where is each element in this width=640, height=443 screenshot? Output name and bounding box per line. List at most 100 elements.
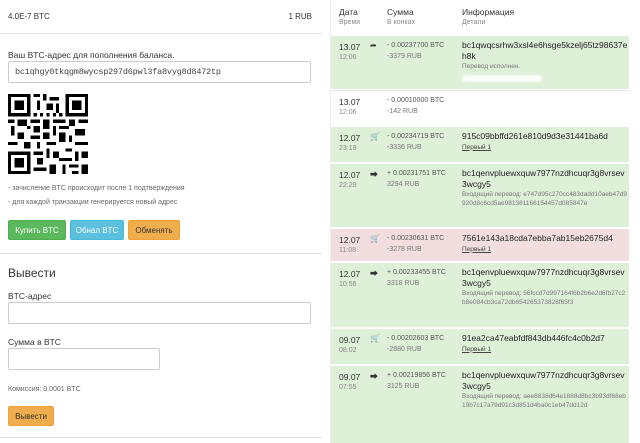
row-amount-rub: 3125 RUB bbox=[387, 383, 420, 390]
row-info: 7561e143a18cda7ebba7ab15eb2675d4 Первый 1 bbox=[462, 233, 628, 254]
withdraw-amount-input[interactable] bbox=[8, 348, 160, 370]
row-amount-btc: + 0.00233455 BTC bbox=[387, 269, 446, 276]
cart-icon: 🛒 bbox=[370, 234, 380, 243]
row-amount-btc: + 0.00219856 BTC bbox=[387, 372, 446, 379]
arrow-out-icon: ➦ bbox=[370, 41, 377, 50]
row-time: 12:06 bbox=[339, 109, 357, 116]
row-info: 91ea2ca47eabfdf843db446fc4c0b2d7 Первый 1 bbox=[462, 333, 628, 354]
row-amount-btc: - 0.00234719 BTC bbox=[387, 133, 445, 140]
row-amount-btc: - 0.00237700 BTC bbox=[387, 42, 445, 49]
exchange-button[interactable]: Обменять bbox=[128, 220, 180, 240]
row-info: bc1qwqcsrhw3xsl4e6hsge5kzelj65tz98637eh8… bbox=[462, 40, 628, 82]
arrow-in-icon: ⮕ bbox=[370, 269, 378, 278]
row-amount-rub: -3336 RUB bbox=[387, 144, 422, 151]
divider bbox=[0, 33, 322, 34]
column-info: Информация Детали bbox=[462, 7, 514, 26]
arrow-in-icon: ⮕ bbox=[370, 170, 378, 179]
row-amount-btc: + 0.00231751 BTC bbox=[387, 170, 446, 177]
row-date: 09.07 bbox=[339, 335, 361, 345]
row-date: 09.07 bbox=[339, 372, 361, 382]
row-info: bc1qenvpluewxquw7977nzdhcuqr3g8vrsev3wcg… bbox=[462, 267, 628, 307]
row-time: 10:56 bbox=[339, 281, 357, 288]
table-row[interactable]: 13.07 12:06 - 0.00010000 BTC -142 RUB bbox=[331, 90, 629, 125]
table-row[interactable]: 12.07 10:56 ⮕ + 0.00233455 BTC 3318 RUB bc1qe… bbox=[331, 262, 629, 327]
table-row[interactable]: 13.07 12:06 ➦ - 0.00237700 BTC -3379 RUB bc1q… bbox=[331, 35, 629, 89]
cashout-btc-button[interactable]: Обнал BTC bbox=[70, 220, 124, 240]
withdraw-address-input[interactable] bbox=[8, 302, 311, 324]
row-detail[interactable]: Первый 1 bbox=[462, 144, 628, 153]
row-amount-rub: -3379 RUB bbox=[387, 53, 422, 60]
row-amount-btc: - 0.00230631 BTC bbox=[387, 235, 445, 242]
row-amount-rub: 3318 RUB bbox=[387, 280, 420, 287]
row-date: 13.07 bbox=[339, 42, 361, 52]
balance-rub: 1 RUB bbox=[288, 12, 312, 21]
balance-btc: 4.0E-7 BTC bbox=[8, 12, 50, 21]
table-row[interactable]: 12.07 22:29 ⮕ + 0.00231751 BTC 3294 RUB bc1qe… bbox=[331, 163, 629, 227]
row-amount-rub: -142 RUB bbox=[387, 108, 418, 115]
row-date: 12.07 bbox=[339, 133, 361, 143]
qr-code bbox=[8, 94, 88, 174]
column-amount-label: Сумма bbox=[387, 7, 414, 17]
row-time: 11:08 bbox=[339, 247, 356, 254]
row-info-text: 7561e143a18cda7ebba7ab15eb2675d4 bbox=[462, 233, 613, 243]
row-time: 07:55 bbox=[339, 384, 357, 391]
column-time-label: Время bbox=[339, 19, 361, 26]
buy-btc-button[interactable]: Купить BTC bbox=[8, 220, 66, 240]
column-info-label: Информация bbox=[462, 7, 515, 17]
row-amount-btc: - 0.00202603 BTC bbox=[387, 335, 445, 342]
table-row[interactable]: 09.07 08:02 🛒 - 0.00202603 BTC -2880 RUB 91ea… bbox=[331, 328, 629, 364]
table-row[interactable]: 12.07 23:19 🛒 - 0.00234719 BTC -3336 RUB 915c… bbox=[331, 126, 629, 162]
cart-icon: 🛒 bbox=[370, 334, 380, 343]
row-time: 23:19 bbox=[339, 145, 357, 152]
row-detail: Входящий перевод: e747d95c270cc483dadd10… bbox=[462, 191, 628, 207]
divider bbox=[0, 437, 322, 438]
deposit-address-field[interactable]: bc1qhgy0tkqgm8wycsp297d6pwl3fa8vyg8d8472… bbox=[8, 61, 311, 83]
commission-text: Комиссия: 0.0001 BTC bbox=[8, 386, 81, 393]
redacted-text bbox=[462, 74, 542, 82]
row-info-text: bc1qenvpluewxquw7977nzdhcuqr3g8vrsev3wcg… bbox=[462, 168, 625, 189]
row-info-text: 91ea2ca47eabfdf843db446fc4c0b2d7 bbox=[462, 333, 605, 343]
row-info-text: bc1qwqcsrhw3xsl4e6hsge5kzelj65tz98637eh8… bbox=[462, 40, 628, 61]
row-detail: Входящий перевод: 56fccd7d997164f6b2b6e2… bbox=[462, 290, 626, 306]
withdraw-title: Вывести bbox=[8, 266, 56, 280]
deposit-note-new-address: - для каждой транзакции генерируется нов… bbox=[8, 199, 178, 206]
row-date: 13.07 bbox=[339, 97, 361, 107]
column-details-label: Детали bbox=[462, 19, 486, 26]
row-time: 22:29 bbox=[339, 182, 357, 189]
row-detail: Входящий перевод: aee8838d64e1888d8bc3b9… bbox=[462, 393, 626, 409]
withdraw-amount-label: Сумма в BTC bbox=[8, 337, 61, 347]
row-info-text: bc1qenvpluewxquw7977nzdhcuqr3g8vrsev3wcg… bbox=[462, 267, 625, 288]
cart-icon: 🛒 bbox=[370, 132, 380, 141]
row-amount-rub: -3278 RUB bbox=[387, 246, 422, 253]
row-info: 915c09bbffd261e810d9d3e31441ba6d Первый 1 bbox=[462, 131, 628, 152]
row-info-text: 915c09bbffd261e810d9d3e31441ba6d bbox=[462, 131, 608, 141]
row-detail: Перевод исполнен. bbox=[462, 63, 521, 70]
row-date: 12.07 bbox=[339, 235, 361, 245]
table-row[interactable]: 09.07 07:55 ⮕ + 0.00219856 BTC 3125 RUB bc1qe… bbox=[331, 365, 629, 443]
row-info-text: bc1qenvpluewxquw7977nzdhcuqr3g8vrsev3wcg… bbox=[462, 370, 625, 391]
withdraw-address-label: BTC-адрес bbox=[8, 291, 52, 301]
balance-row: 4.0E-7 BTC 1 RUB bbox=[8, 12, 312, 26]
column-amount: Сумма В конках bbox=[387, 7, 415, 26]
withdraw-button[interactable]: Вывести bbox=[8, 406, 54, 426]
wallet-panel: 4.0E-7 BTC 1 RUB Ваш BTC-адрес для попол… bbox=[0, 0, 322, 443]
table-row[interactable]: 12.07 11:08 🛒 - 0.00230631 BTC -3278 RUB 7561… bbox=[331, 228, 629, 261]
row-detail[interactable]: Первый 1 bbox=[462, 346, 628, 355]
row-amount-rub: 3294 RUB bbox=[387, 181, 420, 188]
row-info: bc1qenvpluewxquw7977nzdhcuqr3g8vrsev3wcg… bbox=[462, 370, 628, 410]
row-time: 08:02 bbox=[339, 347, 357, 354]
row-info: bc1qenvpluewxquw7977nzdhcuqr3g8vrsev3wcg… bbox=[462, 168, 628, 208]
column-date-label: Дата bbox=[339, 7, 358, 17]
deposit-note-confirmations: - зачисление BTC происходит после 1 подт… bbox=[8, 185, 185, 192]
table-header: Дата Время Сумма В конках Информация Дет… bbox=[331, 0, 629, 32]
row-date: 12.07 bbox=[339, 269, 361, 279]
transactions-panel: Дата Время Сумма В конках Информация Дет… bbox=[330, 0, 629, 443]
divider bbox=[0, 253, 322, 254]
deposit-address-label: Ваш BTC-адрес для пополнения баланса. bbox=[8, 50, 175, 60]
row-amount-btc: - 0.00010000 BTC bbox=[387, 97, 445, 104]
row-time: 12:06 bbox=[339, 54, 357, 61]
row-detail[interactable]: Первый 1 bbox=[462, 246, 628, 255]
column-amount-sub-label: В конках bbox=[387, 19, 416, 26]
column-date: Дата Время bbox=[339, 7, 360, 26]
row-date: 12.07 bbox=[339, 170, 361, 180]
